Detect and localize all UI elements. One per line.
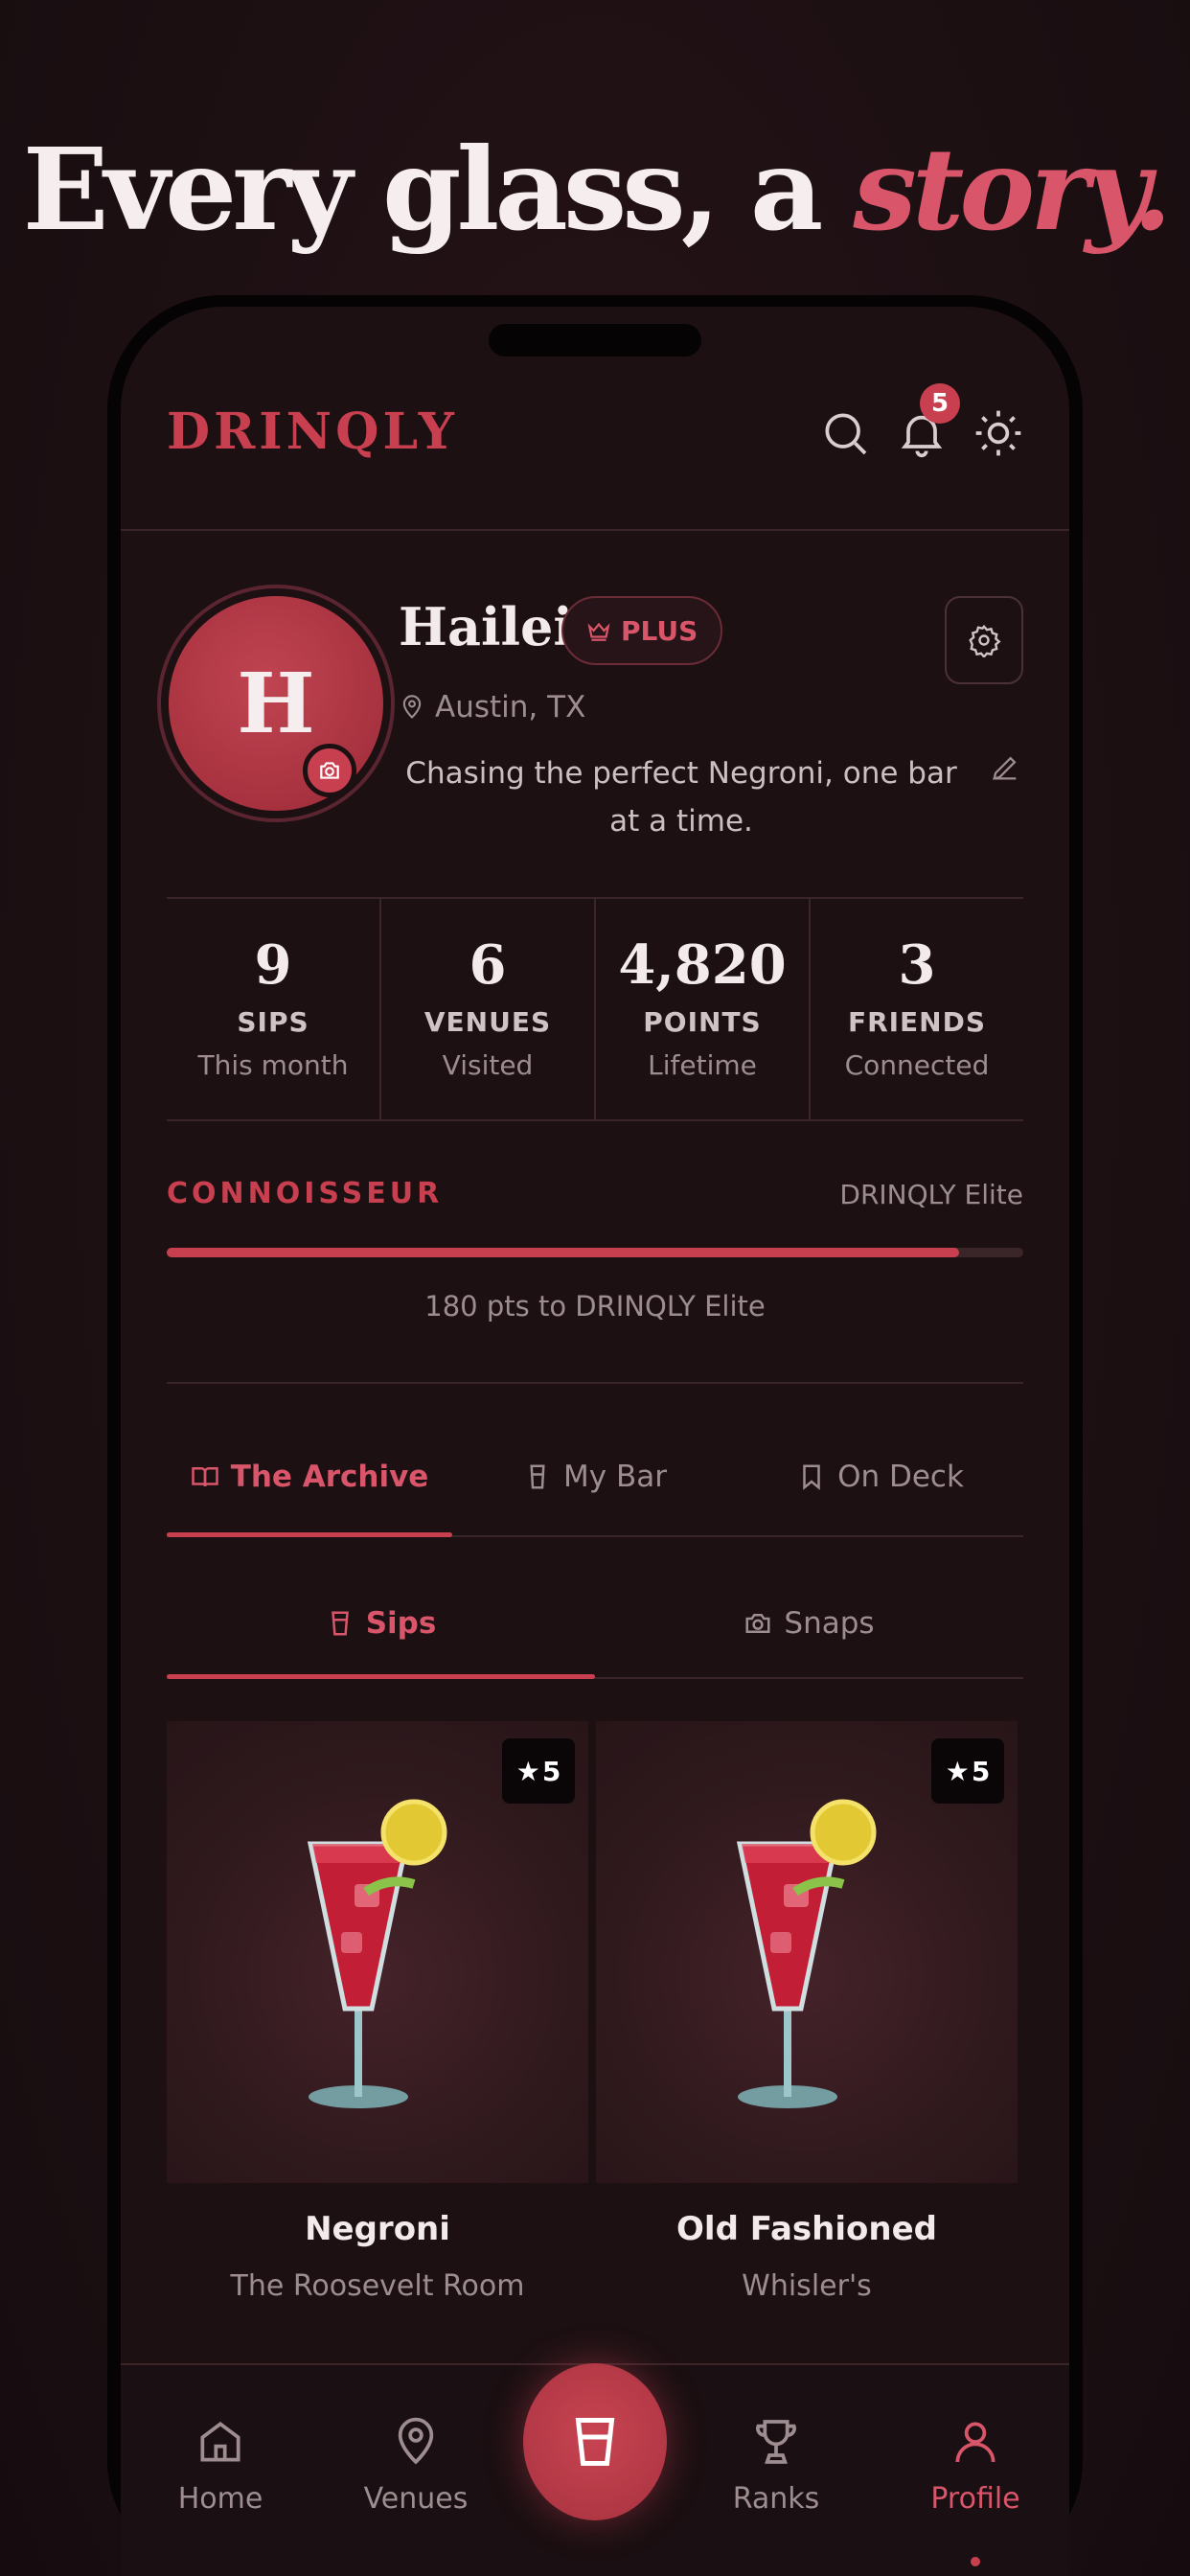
active-indicator xyxy=(971,2557,980,2566)
stat-value: 9 xyxy=(254,933,292,997)
user-icon xyxy=(955,2422,995,2463)
tab-my-bar[interactable]: My Bar xyxy=(452,1418,738,1535)
nav-ranks[interactable]: Ranks xyxy=(699,2415,853,2516)
card-title: Old Fashioned xyxy=(676,2210,937,2248)
sip-card[interactable]: ★ 5 Old Fashioned Whisler's xyxy=(596,1721,1018,2303)
profile-tabs: The Archive My Bar On Deck xyxy=(167,1418,1023,1537)
rating-value: 5 xyxy=(971,1755,991,1787)
star-icon: ★ xyxy=(515,1755,540,1787)
bookmark-icon xyxy=(803,1464,820,1490)
dynamic-island xyxy=(489,324,701,356)
stat-sub: This month xyxy=(197,1049,349,1081)
stat-points[interactable]: 4,820 POINTS Lifetime xyxy=(596,899,811,1119)
bio-text: Chasing the perfect Negroni, one bar at … xyxy=(405,756,957,839)
notification-badge: 5 xyxy=(920,383,960,424)
stat-friends[interactable]: 3 FRIENDS Connected xyxy=(811,899,1023,1119)
stat-label: SIPS xyxy=(237,1006,309,1038)
card-title: Negroni xyxy=(305,2210,450,2248)
trophy-icon xyxy=(756,2420,796,2464)
tab-label: My Bar xyxy=(563,1460,667,1494)
card-venue: Whisler's xyxy=(742,2269,872,2303)
home-icon xyxy=(200,2422,240,2462)
glass-icon xyxy=(575,2418,615,2466)
crown-icon xyxy=(587,622,610,641)
nav-profile[interactable]: Profile xyxy=(899,2415,1052,2516)
tab-the-archive[interactable]: The Archive xyxy=(167,1418,452,1537)
app-header: DRINQLY 5 xyxy=(121,364,1069,531)
phone-screen: DRINQLY 5 H Hailei PLUS Austin, TX Chasi… xyxy=(121,307,1069,2576)
headline-text: Every glass, a xyxy=(22,123,854,256)
glass-icon xyxy=(331,1611,349,1636)
tier-next: DRINQLY Elite xyxy=(839,1179,1023,1210)
stat-value: 3 xyxy=(898,933,936,997)
stats-bar: 9 SIPS This month 6 VENUES Visited 4,820… xyxy=(167,897,1023,1121)
map-pin-icon xyxy=(402,695,422,719)
stat-label: POINTS xyxy=(643,1006,762,1038)
stat-sips[interactable]: 9 SIPS This month xyxy=(167,899,381,1119)
subtab-sips[interactable]: Sips xyxy=(167,1570,595,1679)
log-sip-button[interactable] xyxy=(523,2363,667,2520)
plus-badge[interactable]: PLUS xyxy=(561,596,723,665)
stat-value: 4,820 xyxy=(618,933,787,997)
subtab-label: Snaps xyxy=(784,1606,875,1641)
tab-on-deck[interactable]: On Deck xyxy=(738,1418,1023,1535)
subtab-snaps[interactable]: Snaps xyxy=(595,1570,1023,1677)
nav-home[interactable]: Home xyxy=(144,2415,297,2516)
stat-venues[interactable]: 6 VENUES Visited xyxy=(381,899,596,1119)
divider xyxy=(167,1382,1023,1384)
search-icon[interactable] xyxy=(818,406,872,460)
stat-sub: Connected xyxy=(844,1049,990,1081)
stat-sub: Visited xyxy=(442,1049,534,1081)
map-pin-icon xyxy=(398,2417,434,2465)
camera-icon[interactable] xyxy=(303,744,356,797)
sun-icon[interactable] xyxy=(972,406,1025,460)
rating-badge: ★ 5 xyxy=(931,1738,1004,1804)
nav-label: Profile xyxy=(930,2482,1020,2516)
cocktail-image: ★ 5 xyxy=(596,1721,1018,2183)
nav-label: Ranks xyxy=(732,2482,820,2516)
archive-subtabs: Sips Snaps xyxy=(167,1570,1023,1679)
tier-current: CONNOISSEUR xyxy=(167,1177,444,1210)
cocktail-image: ★ 5 xyxy=(167,1721,588,2183)
rating-value: 5 xyxy=(541,1755,561,1787)
app-logo[interactable]: DRINQLY xyxy=(167,402,458,461)
stat-value: 6 xyxy=(469,933,507,997)
tier-progress-bar xyxy=(167,1248,1023,1257)
stat-sub: Lifetime xyxy=(648,1049,757,1081)
location: Austin, TX xyxy=(399,690,585,724)
stat-label: FRIENDS xyxy=(847,1006,987,1038)
pencil-icon[interactable] xyxy=(989,751,1021,788)
plus-badge-label: PLUS xyxy=(621,614,698,647)
book-open-icon xyxy=(191,1467,218,1487)
headline: Every glass, a story. xyxy=(0,123,1190,256)
tab-label: The Archive xyxy=(230,1460,429,1494)
stat-label: VENUES xyxy=(423,1006,552,1038)
tier-progress-fill xyxy=(167,1248,959,1257)
gear-icon xyxy=(969,624,1001,657)
card-venue: The Roosevelt Room xyxy=(230,2269,525,2303)
profile-name: Hailei xyxy=(399,596,573,657)
nav-venues[interactable]: Venues xyxy=(339,2415,492,2516)
nav-label: Venues xyxy=(363,2482,469,2516)
tier-progress-text: 180 pts to DRINQLY Elite xyxy=(424,1290,766,1322)
nav-label: Home xyxy=(177,2482,263,2516)
tab-label: On Deck xyxy=(837,1460,964,1494)
headline-accent: story. xyxy=(853,123,1172,256)
camera-icon xyxy=(745,1614,770,1633)
bottle-icon xyxy=(530,1464,545,1489)
settings-button[interactable] xyxy=(945,596,1023,684)
rating-badge: ★ 5 xyxy=(502,1738,575,1804)
star-icon: ★ xyxy=(945,1755,970,1787)
location-text: Austin, TX xyxy=(435,690,586,724)
subtab-label: Sips xyxy=(365,1606,437,1641)
sip-card[interactable]: ★ 5 Negroni The Roosevelt Room xyxy=(167,1721,588,2303)
